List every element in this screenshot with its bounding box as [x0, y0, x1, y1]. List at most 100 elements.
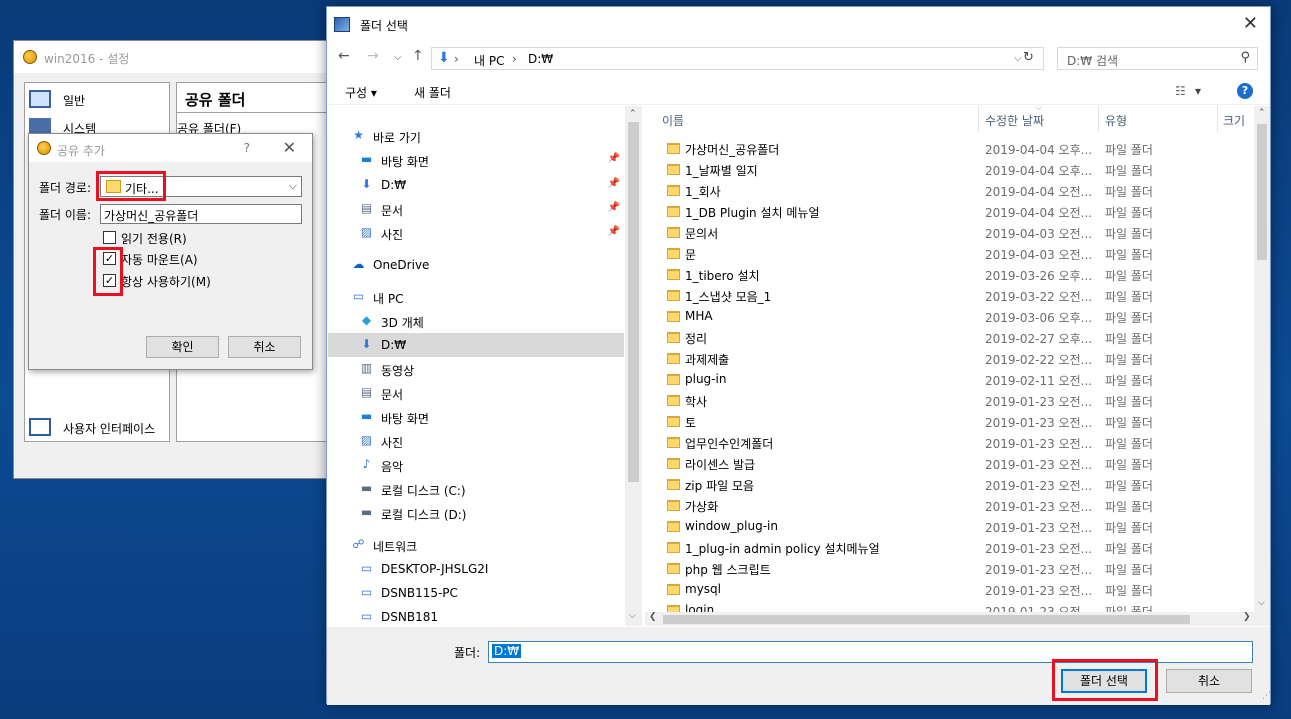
view-chevron-down-icon[interactable]: ▾	[1195, 84, 1201, 98]
up-arrow-icon[interactable]: ↑	[412, 48, 424, 64]
file-row[interactable]: 토 2019-01-23 오전... 파일 폴더	[645, 411, 1255, 432]
file-row[interactable]: 가상머신_공유폴더 2019-04-04 오후... 파일 폴더	[645, 138, 1255, 159]
close-icon[interactable]: ✕	[283, 138, 296, 157]
nav-item[interactable]: ▤ 문서	[328, 381, 624, 405]
scroll-down-icon[interactable]: ⌵	[1258, 598, 1265, 608]
search-input[interactable]: D:₩ 검색 ⚲	[1057, 47, 1258, 70]
forward-arrow-icon[interactable]: →	[367, 48, 379, 64]
nav-item[interactable]: ⬇ D:₩	[328, 333, 624, 357]
file-row[interactable]: 업무인수인계폴더 2019-01-23 오전... 파일 폴더	[645, 432, 1255, 453]
file-row[interactable]: window_plug-in 2019-01-23 오전... 파일 폴더	[645, 516, 1255, 537]
breadcrumb-drive[interactable]: D:₩	[528, 52, 553, 66]
file-row[interactable]: zip 파일 모음 2019-01-23 오전... 파일 폴더	[645, 474, 1255, 495]
folder-path-select[interactable]: 기타... ⌵	[100, 176, 302, 197]
new-folder-button[interactable]: 새 폴더	[414, 84, 451, 101]
view-options-icon[interactable]: ☷	[1175, 84, 1186, 98]
cancel-button[interactable]: 취소	[228, 336, 301, 358]
file-type: 파일 폴더	[1105, 458, 1153, 472]
add-share-titlebar[interactable]: 공유 추가 ? ✕	[29, 134, 312, 162]
cancel-button[interactable]: 취소	[1166, 669, 1252, 693]
organize-button[interactable]: 구성 ▾	[345, 84, 377, 101]
address-bar[interactable]: ⬇ › 내 PC › D:₩ ⌵	[431, 47, 1044, 70]
scrollbar-thumb[interactable]	[1257, 124, 1267, 260]
nav-item[interactable]: ⬇ D:₩ 📌	[328, 173, 624, 197]
file-type: 파일 폴더	[1105, 164, 1153, 178]
sidebar-item-user-interface[interactable]: 사용자 인터페이스	[25, 415, 171, 441]
folder-input[interactable]: D:₩	[488, 641, 1253, 663]
file-row[interactable]: php 웹 스크립트 2019-01-23 오전... 파일 폴더	[645, 558, 1255, 579]
sidebar-item-label: 사용자 인터페이스	[63, 422, 156, 436]
scroll-up-icon[interactable]: ⌃	[1258, 108, 1266, 118]
sidebar-item-general[interactable]: 일반	[25, 87, 171, 113]
file-row[interactable]: MHA 2019-03-06 오후... 파일 폴더	[645, 306, 1255, 327]
file-row[interactable]: 문 2019-04-03 오전... 파일 폴더	[645, 243, 1255, 264]
select-folder-button[interactable]: 폴더 선택	[1061, 669, 1147, 693]
nav-vertical-scrollbar[interactable]: ⌃ ⌵	[625, 106, 642, 626]
nav-item[interactable]: ▥ 동영상	[328, 357, 624, 381]
close-icon[interactable]: ✕	[1243, 13, 1258, 34]
nav-item[interactable]: ▭ DSNB181	[328, 605, 624, 626]
file-list-horizontal-scrollbar[interactable]: ❮ ❯	[645, 612, 1270, 626]
breadcrumb-pc[interactable]: 내 PC	[474, 52, 504, 69]
nav-item[interactable]: ☁ OneDrive	[328, 253, 624, 277]
file-list-vertical-scrollbar[interactable]: ⌃ ⌵	[1254, 106, 1270, 612]
nav-item[interactable]: ▤ 문서 📌	[328, 197, 624, 221]
column-header-date[interactable]: 수정한 날짜	[985, 112, 1044, 129]
ok-button[interactable]: 확인	[146, 336, 219, 358]
file-row[interactable]: 가상화 2019-01-23 오전... 파일 폴더	[645, 495, 1255, 516]
file-row[interactable]: 정리 2019-02-27 오후... 파일 폴더	[645, 327, 1255, 348]
nav-item[interactable]: ▬ 바탕 화면	[328, 405, 624, 429]
scrollbar-thumb[interactable]	[663, 615, 1190, 624]
nav-item[interactable]: ▭ DSNB115-PC	[328, 581, 624, 605]
file-row[interactable]: 1_날짜별 일지 2019-04-04 오후... 파일 폴더	[645, 159, 1255, 180]
scroll-left-icon[interactable]: ❮	[649, 612, 657, 622]
nav-item[interactable]: ★ 바로 가기	[328, 124, 624, 148]
nav-item[interactable]: ♪ 음악	[328, 453, 624, 477]
scrollbar-thumb[interactable]	[628, 122, 639, 482]
scroll-up-icon[interactable]: ⌃	[629, 109, 637, 119]
back-arrow-icon[interactable]: ←	[338, 48, 350, 64]
nav-item[interactable]: ▨ 사진	[328, 429, 624, 453]
column-header-name[interactable]: 이름	[662, 112, 684, 129]
file-row[interactable]: 학사 2019-01-23 오전... 파일 폴더	[645, 390, 1255, 411]
file-row[interactable]: 1_스냅샷 모음_1 2019-03-22 오전... 파일 폴더	[645, 285, 1255, 306]
resize-grip-icon[interactable]: ⋰	[1262, 691, 1271, 701]
file-row[interactable]: 1_tibero 설치 2019-03-26 오후... 파일 폴더	[645, 264, 1255, 285]
readonly-checkbox[interactable]	[103, 231, 116, 244]
automount-checkbox[interactable]: ✓	[103, 252, 116, 265]
scroll-right-icon[interactable]: ❯	[1243, 612, 1251, 622]
nav-item[interactable]: ▬ 로컬 디스크 (D:)	[328, 501, 624, 525]
column-header-size[interactable]: 크기	[1223, 112, 1245, 129]
nav-item[interactable]: ▭ 내 PC	[328, 285, 624, 309]
folder-icon	[667, 332, 680, 343]
nav-item[interactable]: ▬ 바탕 화면 📌	[328, 148, 624, 172]
recent-chevron-down-icon[interactable]: ⌵	[394, 52, 402, 63]
file-row[interactable]: 1_회사 2019-04-04 오전... 파일 폴더	[645, 180, 1255, 201]
file-name: 정리	[685, 332, 708, 346]
nav-item[interactable]: ▨ 사진 📌	[328, 221, 624, 245]
file-row[interactable]: 문의서 2019-04-03 오전... 파일 폴더	[645, 222, 1255, 243]
file-row[interactable]: 라이센스 발급 2019-01-23 오전... 파일 폴더	[645, 453, 1255, 474]
nav-item[interactable]: ◆ 3D 개체	[328, 309, 624, 333]
help-icon[interactable]: ?	[1237, 83, 1253, 99]
scroll-down-icon[interactable]: ⌵	[629, 611, 636, 621]
help-button[interactable]: ?	[244, 141, 250, 155]
file-row[interactable]: 과제제출 2019-02-22 오전... 파일 폴더	[645, 348, 1255, 369]
file-row[interactable]: mysql 2019-01-23 오전... 파일 폴더	[645, 579, 1255, 600]
folder-dialog-titlebar[interactable]: 폴더 선택 ✕	[327, 7, 1270, 41]
permanent-checkbox[interactable]: ✓	[103, 274, 116, 287]
file-row[interactable]: plug-in 2019-02-11 오전... 파일 폴더	[645, 369, 1255, 390]
vbox-titlebar[interactable]: win2016 - 설정	[14, 41, 337, 73]
file-name: 1_스냅샷 모음_1	[685, 290, 772, 304]
file-row[interactable]: 1_plug-in admin policy 설치메뉴얼 2019-01-23 오…	[645, 537, 1255, 558]
file-row[interactable]: 1_DB Plugin 설치 메뉴얼 2019-04-04 오전... 파일 폴더	[645, 201, 1255, 222]
folder-icon	[667, 437, 680, 448]
nav-item[interactable]: ▭ DESKTOP-JHSLG2I	[328, 557, 624, 581]
file-date: 2019-03-06 오후...	[985, 311, 1091, 325]
folder-name-input[interactable]: 가상머신_공유폴더	[100, 204, 302, 224]
refresh-icon[interactable]: ↻	[1023, 50, 1034, 65]
column-header-type[interactable]: 유형	[1105, 112, 1127, 129]
address-chevron-down-icon[interactable]: ⌵	[1014, 53, 1022, 64]
nav-item[interactable]: ▬ 로컬 디스크 (C:)	[328, 477, 624, 501]
nav-item[interactable]: ☍ 네트워크	[328, 533, 624, 557]
